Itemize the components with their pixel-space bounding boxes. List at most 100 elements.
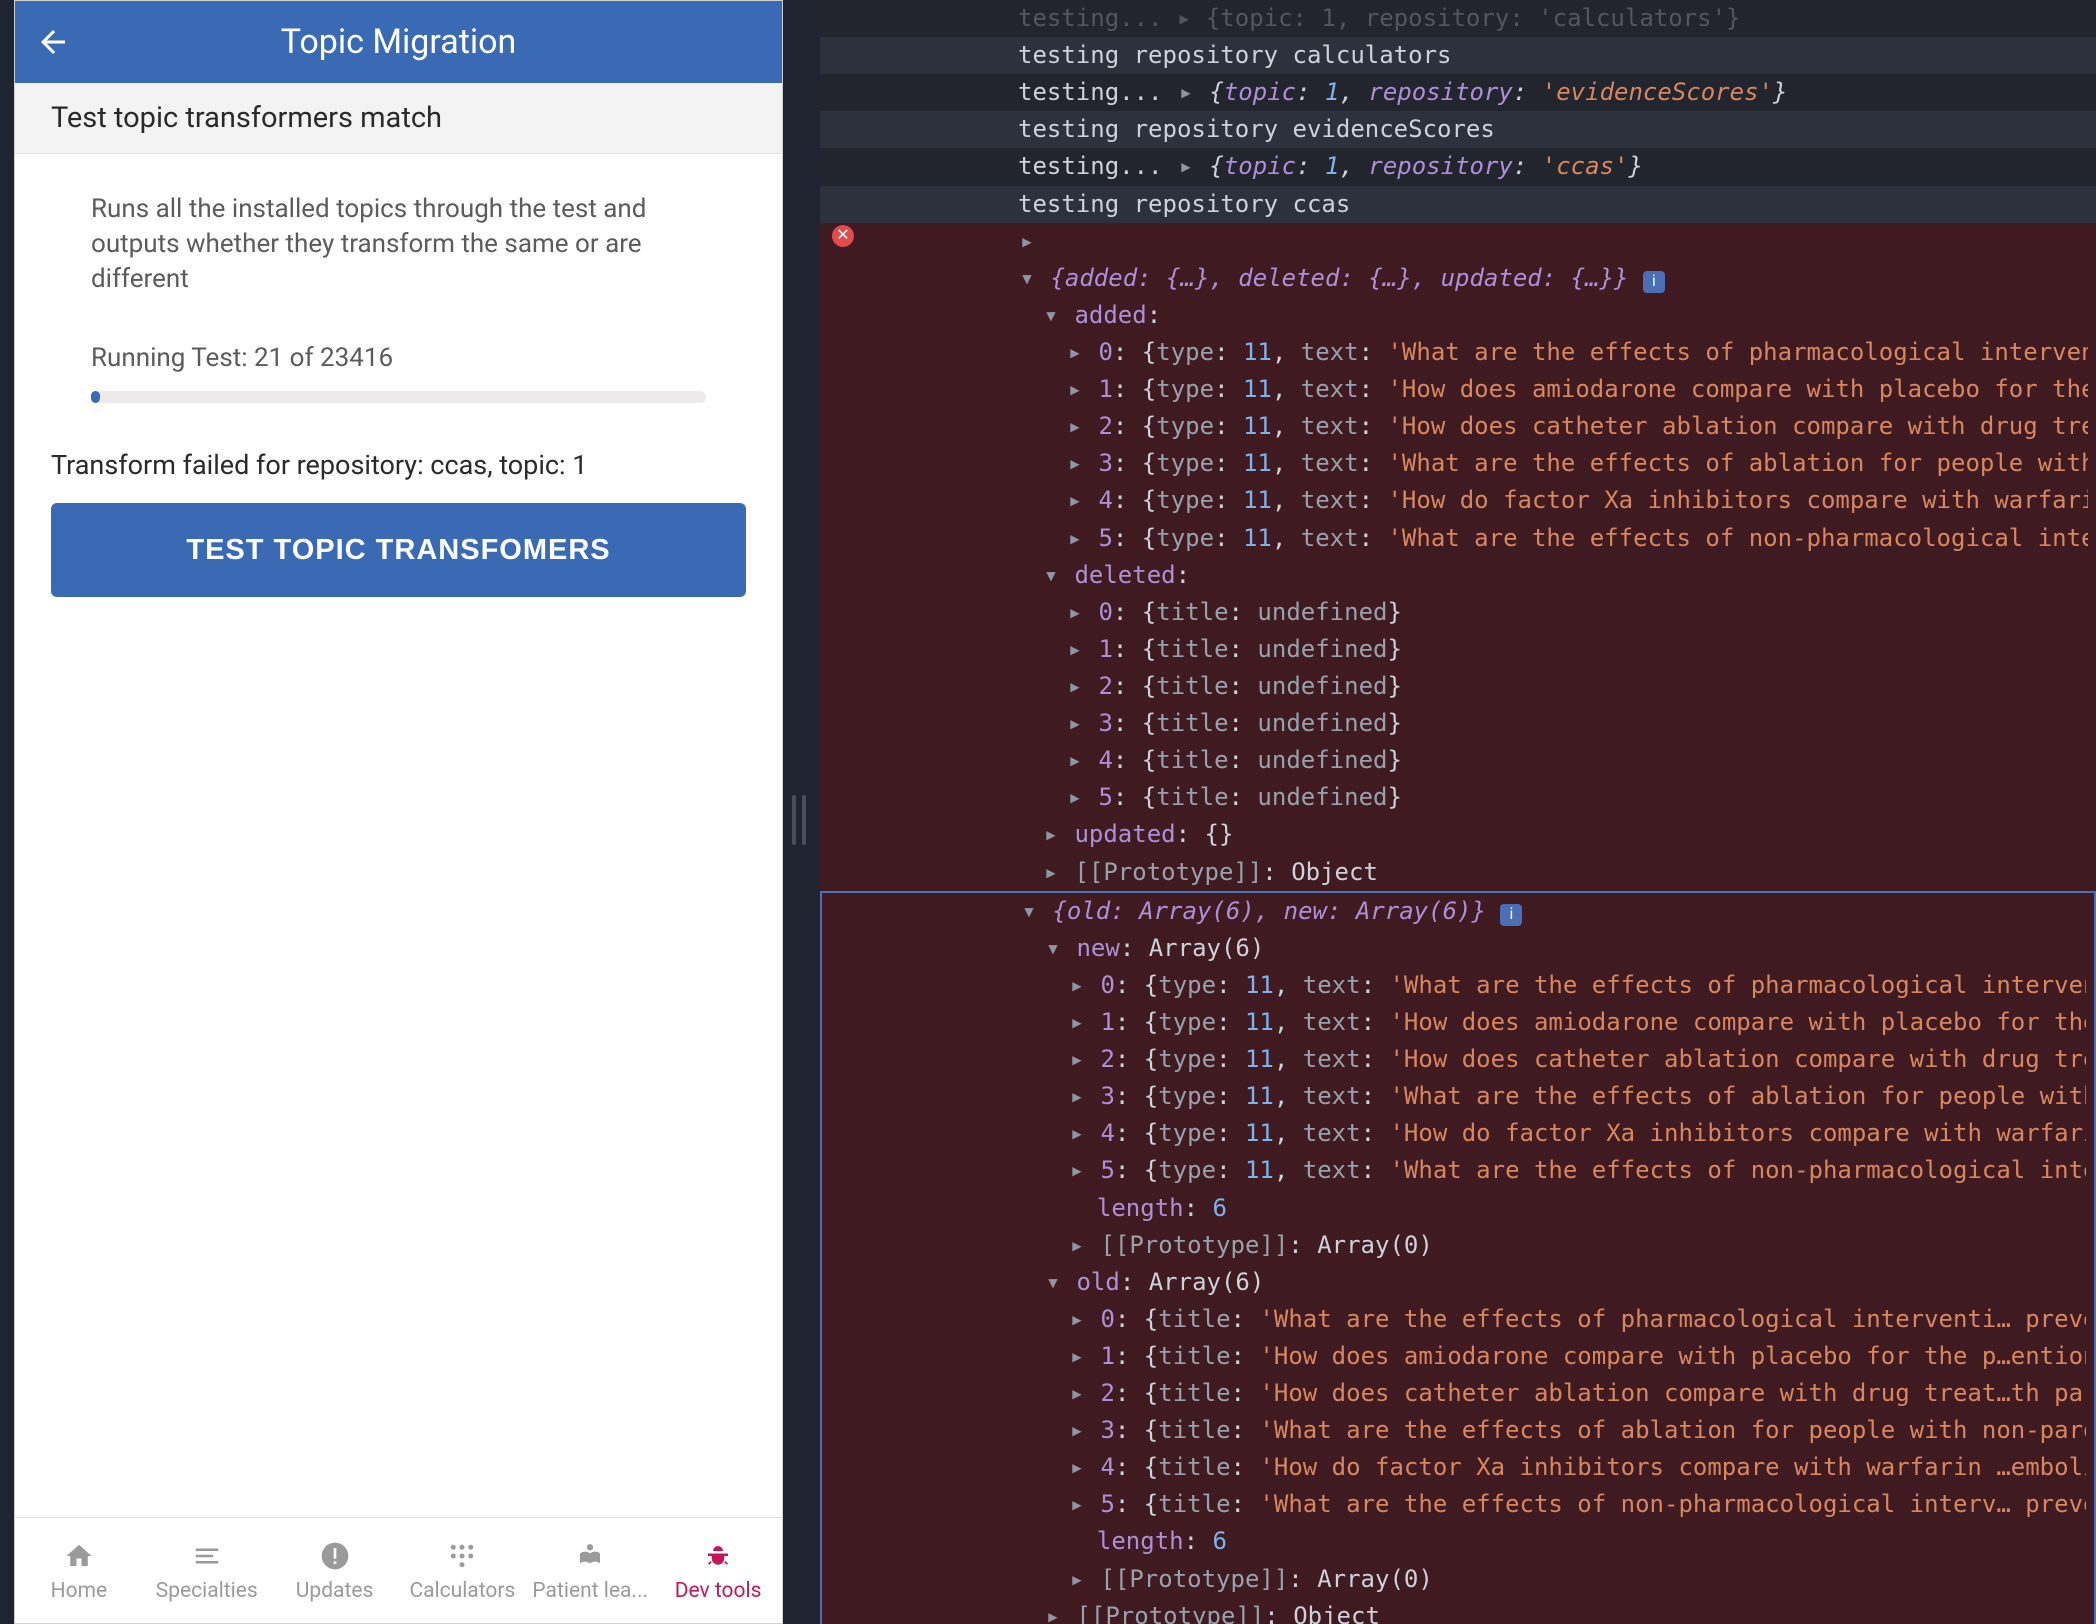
keypad-icon [445,1539,479,1573]
devtools-console[interactable]: testing... ▸ {topic: 1, repository: 'cal… [820,0,2096,1624]
log-row: testing... ▸ {topic: 1, repository: 'cal… [820,0,2096,37]
mobile-app-panel: Topic Migration Test topic transformers … [14,0,783,1624]
tab-home[interactable]: Home [15,1518,143,1623]
expand-icon[interactable]: ▸ [1177,150,1195,183]
expand-icon[interactable]: ▸ [1066,781,1084,814]
expand-icon[interactable]: ▸ [1042,818,1060,851]
new-item: ▸ 2: {type: 11, text: 'How does catheter… [822,1041,2094,1078]
expand-icon[interactable]: ▸ [1068,1488,1086,1521]
expand-icon[interactable]: ▸ [1066,596,1084,629]
expand-icon[interactable]: ▸ [1068,1451,1086,1484]
expand-icon[interactable]: ▸ [1066,522,1084,555]
expand-icon[interactable]: ▸ [1066,447,1084,480]
expand-icon[interactable]: ▸ [1068,1117,1086,1150]
deleted-item: ▸ 3: {title: undefined} [820,705,2096,742]
compare-summary-row: ▾ {old: Array(6), new: Array(6)} i [822,893,2094,930]
error-block: ✕ ▸ ▾ {added: {…}, deleted: {…}, updated… [820,223,2096,1624]
tab-label: Home [51,1579,108,1603]
collapse-icon[interactable]: ▾ [1020,895,1038,928]
tab-patient[interactable]: Patient lea... [526,1518,654,1623]
tab-label: Specialties [156,1579,258,1603]
expand-icon[interactable]: ▸ [1068,1154,1086,1187]
old-item: ▸ 5: {title: 'What are the effects of no… [822,1486,2094,1523]
expand-icon[interactable]: ▸ [1177,76,1195,109]
expand-icon[interactable]: ▸ [1068,1414,1086,1447]
new-item: ▸ 3: {type: 11, text: 'What are the effe… [822,1078,2094,1115]
progress-fill [91,391,100,403]
expand-icon[interactable]: ▸ [1066,633,1084,666]
deleted-item: ▸ 2: {title: undefined} [820,668,2096,705]
expand-icon[interactable]: ▸ [1066,336,1084,369]
prototype-row: ▸ [[Prototype]]: Object [820,854,2096,891]
old-item: ▸ 0: {title: 'What are the effects of ph… [822,1301,2094,1338]
log-row: testing repository evidenceScores [820,111,2096,148]
length-row: length: 6 [822,1523,2094,1560]
deleted-row: ▾ deleted: [820,557,2096,594]
expand-icon[interactable]: ▸ [1068,1080,1086,1113]
deleted-item: ▸ 4: {title: undefined} [820,742,2096,779]
compare-box: ▾ {old: Array(6), new: Array(6)} i ▾ new… [820,891,2096,1624]
tab-updates[interactable]: Updates [271,1518,399,1623]
app-bar: Topic Migration [15,1,782,83]
reader-icon [573,1539,607,1573]
collapse-icon[interactable]: ▾ [1044,932,1062,965]
old-item: ▸ 4: {title: 'How do factor Xa inhibitor… [822,1449,2094,1486]
expand-icon[interactable]: ▸ [1066,410,1084,443]
expand-icon[interactable]: ▸ [1066,484,1084,517]
new-item: ▸ 1: {type: 11, text: 'How does amiodaro… [822,1004,2094,1041]
old-row: ▾ old: Array(6) [822,1264,2094,1301]
deleted-item: ▸ 1: {title: undefined} [820,631,2096,668]
description-text: Runs all the installed topics through th… [51,192,746,297]
expand-icon[interactable]: ▸ [1068,1563,1086,1596]
new-item: ▸ 0: {type: 11, text: 'What are the effe… [822,967,2094,1004]
progress-bar [91,391,706,403]
added-item: ▸ 0: {type: 11, text: 'What are the effe… [820,334,2096,371]
expand-icon[interactable]: ▸ [1068,969,1086,1002]
error-icon: ✕ [832,225,854,247]
expand-icon[interactable]: ▸ [1068,1006,1086,1039]
back-button[interactable] [35,24,71,60]
tab-specialties[interactable]: Specialties [143,1518,271,1623]
expand-icon[interactable]: ▸ [1068,1303,1086,1336]
page-title: Topic Migration [15,22,782,62]
expand-icon[interactable]: ▸ [1018,225,1036,258]
new-item: ▸ 4: {type: 11, text: 'How do factor Xa … [822,1115,2094,1152]
old-item: ▸ 1: {title: 'How does amiodarone compar… [822,1338,2094,1375]
expand-icon[interactable]: ▸ [1044,1600,1062,1624]
error-marker-row: ✕ ▸ [820,223,2096,260]
expand-icon[interactable]: ▸ [1042,856,1060,889]
expand-icon[interactable]: ▸ [1066,744,1084,777]
tab-calculators[interactable]: Calculators [398,1518,526,1623]
prototype-row: ▸ [[Prototype]]: Object [822,1598,2094,1624]
collapse-icon[interactable]: ▾ [1042,299,1060,332]
list-icon [190,1539,224,1573]
progress-label: Running Test: 21 of 23416 [51,343,746,373]
expand-icon[interactable]: ▸ [1066,707,1084,740]
bug-icon [701,1539,735,1573]
collapse-icon[interactable]: ▾ [1044,1266,1062,1299]
tab-label: Dev tools [675,1579,762,1603]
info-icon[interactable]: i [1500,904,1522,926]
expand-icon[interactable]: ▸ [1066,373,1084,406]
home-icon [62,1539,96,1573]
diff-summary-row: ▾ {added: {…}, deleted: {…}, updated: {…… [820,260,2096,297]
collapse-icon[interactable]: ▾ [1042,559,1060,592]
expand-icon[interactable]: ▸ [1068,1229,1086,1262]
tab-label: Patient lea... [532,1579,648,1603]
pane-resize-handle[interactable] [790,790,808,850]
bottom-tabs: Home Specialties Updates Calculators Pat… [15,1517,782,1623]
added-item: ▸ 3: {type: 11, text: 'What are the effe… [820,445,2096,482]
info-icon[interactable]: i [1643,271,1665,293]
deleted-item: ▸ 5: {title: undefined} [820,779,2096,816]
collapse-icon[interactable]: ▾ [1018,262,1036,295]
subheader: Test topic transformers match [15,83,782,154]
log-row: testing repository ccas [820,186,2096,223]
expand-icon[interactable]: ▸ [1068,1377,1086,1410]
expand-icon[interactable]: ▸ [1068,1043,1086,1076]
old-item: ▸ 2: {title: 'How does catheter ablation… [822,1375,2094,1412]
expand-icon[interactable]: ▸ [1068,1340,1086,1373]
fail-message: Transform failed for repository: ccas, t… [51,449,746,481]
test-transformers-button[interactable]: TEST TOPIC TRANSFOMERS [51,503,746,597]
expand-icon[interactable]: ▸ [1066,670,1084,703]
tab-devtools[interactable]: Dev tools [654,1518,782,1623]
